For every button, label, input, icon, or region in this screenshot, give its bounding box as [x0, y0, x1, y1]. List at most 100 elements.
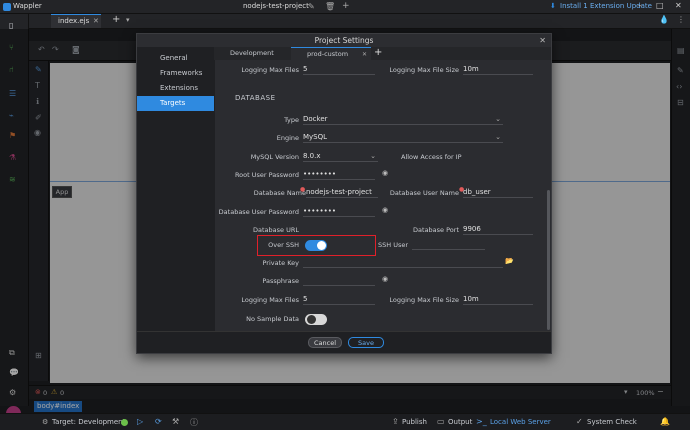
passphrase-label: Passphrase	[262, 277, 299, 285]
log-size-label: Logging Max File Size	[389, 296, 459, 304]
ssh-user-label: SSH User	[378, 241, 409, 249]
publish-icon[interactable]: ⇪	[392, 417, 399, 426]
dialog-close-icon[interactable]: ✕	[539, 34, 546, 47]
remote-access-label: Allow Access for IP	[401, 153, 462, 161]
drop-icon[interactable]: 💧	[659, 15, 669, 24]
db-user-input[interactable]: db_user	[463, 188, 533, 198]
add-project-icon[interactable]: +	[342, 1, 350, 11]
top-log-size-input[interactable]: 10m	[463, 65, 533, 75]
db-port-label: Database Port	[413, 226, 459, 234]
engine-select[interactable]: MySQL ⌄	[303, 133, 503, 143]
dialog-title-text: Project Settings	[314, 36, 374, 45]
chevron-down-icon: ⌄	[495, 133, 501, 141]
close-tab-icon[interactable]: ✕	[93, 17, 99, 25]
file-tab[interactable]: index.ejs ✕	[51, 14, 101, 28]
show-password-icon[interactable]: ◉	[382, 169, 388, 177]
output-button[interactable]: Output	[448, 418, 472, 426]
engine-label: Engine	[276, 134, 299, 142]
toggle-knob	[317, 241, 326, 250]
wappler-logo-icon	[3, 3, 11, 11]
db-user-password-input[interactable]: ••••••••	[303, 207, 375, 217]
version-label: MySQL Version	[250, 153, 299, 161]
terminal-icon[interactable]: >_	[476, 417, 487, 426]
log-size-input[interactable]: 10m	[463, 295, 533, 305]
type-value: Docker	[303, 115, 328, 123]
log-files-label: Logging Max Files	[241, 296, 299, 304]
target-select[interactable]: Target: Development	[52, 418, 125, 426]
publish-button[interactable]: Publish	[402, 418, 427, 426]
info-status-icon[interactable]: ⓘ	[190, 417, 198, 428]
engine-value: MySQL	[303, 133, 328, 141]
db-name-input[interactable]: nodejs-test-project	[306, 188, 378, 198]
no-sample-label: No Sample Data	[246, 315, 299, 323]
dialog-title: Project Settings ✕	[137, 34, 551, 47]
over-ssh-label: Over SSH	[268, 241, 299, 249]
root-password-label: Root User Password	[234, 171, 299, 179]
db-port-input[interactable]: 9906	[463, 225, 533, 235]
type-select[interactable]: Docker ⌄	[303, 115, 503, 125]
download-icon[interactable]: ⬇	[550, 2, 556, 10]
new-tab-icon[interactable]: +	[112, 14, 120, 25]
root-password-input[interactable]: ••••••••	[303, 170, 375, 180]
required-marker: ●	[300, 186, 306, 193]
output-icon[interactable]: ▭	[437, 417, 445, 426]
type-label: Type	[284, 116, 299, 124]
system-check-icon[interactable]: ✓	[576, 417, 583, 426]
cancel-button[interactable]: Cancel	[308, 337, 342, 348]
nav-frameworks[interactable]: Frameworks	[137, 66, 214, 81]
nav-extensions[interactable]: Extensions	[137, 81, 214, 96]
project-title: nodejs-test-project	[243, 2, 309, 10]
dialog-footer: Cancel Save	[137, 331, 551, 353]
edit-icon[interactable]: ✎	[308, 2, 315, 11]
chevron-down-icon: ⌄	[370, 152, 376, 160]
top-log-files-label: Logging Max Files	[241, 66, 299, 74]
db-user-label: Database User Name	[389, 189, 459, 197]
title-bar: Wappler nodejs-test-project ✎ 🗑 + ⬇ Inst…	[0, 0, 690, 14]
file-tab-label: index.ejs	[58, 17, 90, 25]
settings-nav: General Frameworks Extensions Targets	[137, 47, 214, 331]
close-icon[interactable]: ✕	[675, 1, 682, 10]
app-name: Wappler	[13, 2, 42, 10]
passphrase-input[interactable]	[303, 276, 375, 286]
no-sample-toggle[interactable]	[305, 314, 327, 325]
db-name-label: Database Name	[253, 189, 306, 197]
file-tab-bar: index.ejs ✕ + ▾ 💧 ⋮	[0, 14, 690, 29]
version-value: 8.0.x	[303, 152, 321, 160]
top-log-files-input[interactable]: 5	[303, 65, 375, 75]
toggle-knob	[307, 315, 316, 324]
target-icon: ⚙	[42, 418, 49, 426]
chevron-down-icon: ⌄	[495, 115, 501, 123]
target-tabs: Development prod-custom ✕ +	[214, 47, 551, 60]
tools-icon[interactable]: ⚒	[172, 417, 179, 426]
database-section-title: DATABASE	[235, 94, 276, 102]
show-password-icon[interactable]: ◉	[382, 206, 388, 214]
over-ssh-toggle[interactable]	[305, 240, 327, 251]
tab-menu-icon[interactable]: ▾	[126, 16, 130, 24]
version-select[interactable]: 8.0.x ⌄	[303, 152, 378, 162]
system-check-button[interactable]: System Check	[587, 418, 637, 426]
play-icon[interactable]: ▷	[137, 417, 143, 426]
more-icon[interactable]: ⋮	[677, 15, 685, 24]
log-files-input[interactable]: 5	[303, 295, 375, 305]
add-target-icon[interactable]: +	[374, 47, 382, 60]
refresh-server-icon[interactable]: ⟳	[155, 417, 162, 426]
folder-icon[interactable]: 📂	[505, 257, 514, 265]
status-bar: ⚙ Target: Development ▷ ⟳ ⚒ ⓘ ⇪ Publish …	[0, 413, 690, 430]
form-scrollbar[interactable]	[547, 190, 550, 330]
nav-general[interactable]: General	[137, 51, 214, 66]
ssh-user-input[interactable]	[412, 240, 485, 250]
db-url-label: Database URL	[253, 226, 299, 234]
notifications-icon[interactable]: 🔔	[660, 417, 670, 426]
trash-icon[interactable]: 🗑	[325, 2, 335, 11]
nav-targets[interactable]: Targets	[137, 96, 214, 111]
tab-development[interactable]: Development	[230, 47, 274, 60]
save-button[interactable]: Save	[348, 337, 384, 348]
top-log-size-label: Logging Max File Size	[389, 66, 459, 74]
minimize-icon[interactable]: –	[638, 1, 642, 10]
private-key-input[interactable]	[303, 258, 503, 268]
db-user-password-label: Database User Password	[218, 208, 299, 216]
maximize-icon[interactable]: □	[656, 1, 664, 10]
tab-prod-custom[interactable]: prod-custom ✕	[291, 47, 371, 60]
server-button[interactable]: Local Web Server	[490, 418, 551, 426]
show-password-icon[interactable]: ◉	[382, 275, 388, 283]
